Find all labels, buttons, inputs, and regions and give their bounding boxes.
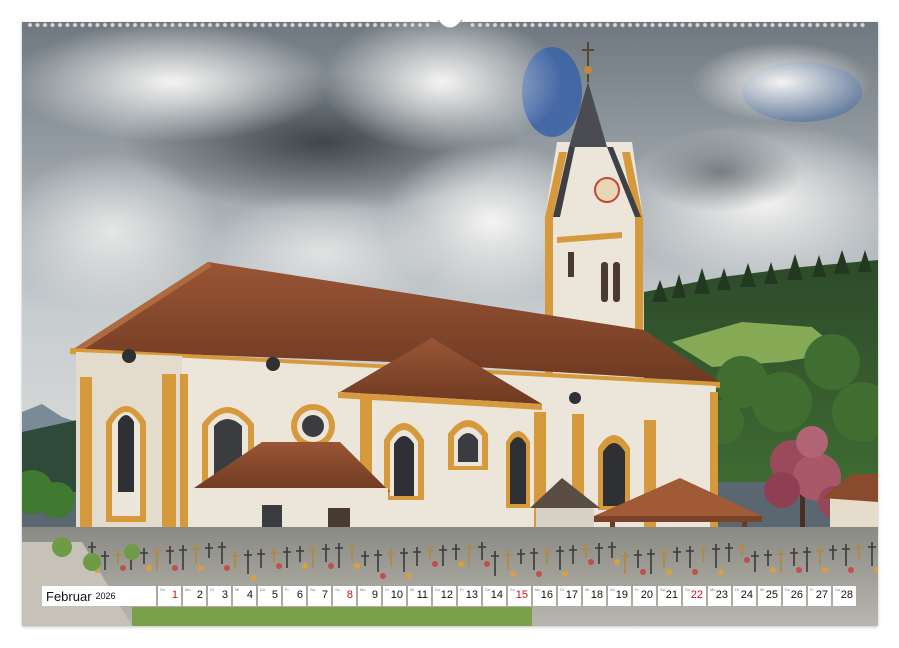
weekday-label: Mi: [585, 587, 590, 592]
day-number: 3: [221, 589, 228, 601]
day-number: 16: [540, 589, 553, 601]
day-number: 18: [590, 589, 603, 601]
day-cell: Fr 27: [808, 586, 831, 606]
day-cell: Mi 18: [583, 586, 606, 606]
day-cell: Mi 25: [758, 586, 781, 606]
month-label-box: Februar 2026: [42, 586, 156, 606]
weekday-label: Di: [735, 587, 739, 592]
month-name: Februar: [46, 588, 92, 604]
weekday-label: Fr: [810, 587, 814, 592]
weekday-label: Mi: [235, 587, 240, 592]
weekday-label: Mo: [360, 587, 366, 592]
church-photo: [22, 22, 878, 626]
day-number: 15: [515, 589, 528, 601]
day-cell: Sa 14: [483, 586, 506, 606]
weekday-label: Mo: [710, 587, 716, 592]
day-cell: Fr 20: [633, 586, 656, 606]
day-cell: Fr 13: [458, 586, 481, 606]
day-cell: Mi 11: [408, 586, 431, 606]
day-cell: Fr 6: [283, 586, 306, 606]
day-cell: Do 26: [783, 586, 806, 606]
weekday-label: Do: [260, 587, 266, 592]
day-number: 11: [416, 589, 428, 601]
day-number: 8: [346, 589, 353, 601]
day-number: 1: [171, 589, 178, 601]
day-number: 6: [296, 589, 303, 601]
day-cell: Mi 4: [233, 586, 256, 606]
day-cells: So 1 Mo 2 Di 3 Mi 4 Do 5 Fr 6 Sa 7 So 8 Mo 9 Di 10 Mi 11 Do 12 F…: [158, 586, 856, 606]
weekday-label: Di: [210, 587, 214, 592]
weekday-label: Mi: [410, 587, 415, 592]
weekday-label: So: [160, 587, 165, 592]
day-cell: So 8: [333, 586, 356, 606]
weekday-label: Sa: [835, 587, 840, 592]
day-cell: Do 5: [258, 586, 281, 606]
day-number: 5: [271, 589, 278, 601]
day-cell: So 1: [158, 586, 181, 606]
weekday-label: Mo: [535, 587, 541, 592]
weekday-label: Fr: [635, 587, 639, 592]
month-year: 2026: [95, 591, 116, 601]
day-number: 2: [196, 589, 203, 601]
weekday-label: Fr: [285, 587, 289, 592]
day-cell: Sa 7: [308, 586, 331, 606]
day-cell: Sa 21: [658, 586, 681, 606]
day-cell: Sa 28: [833, 586, 856, 606]
day-number: 25: [765, 589, 778, 601]
calendar-page: Februar 2026 So 1 Mo 2 Di 3 Mi 4 Do 5 Fr 6 Sa 7 So 8 Mo 9…: [22, 22, 878, 626]
day-number: 17: [565, 589, 578, 601]
day-cell: Mo 16: [533, 586, 556, 606]
day-number: 7: [321, 589, 328, 601]
day-cell: Di 3: [208, 586, 231, 606]
weekday-label: Do: [435, 587, 441, 592]
day-cell: Do 19: [608, 586, 631, 606]
day-number: 21: [665, 589, 678, 601]
weekday-label: Sa: [310, 587, 315, 592]
weekday-label: Sa: [485, 587, 490, 592]
day-cell: So 15: [508, 586, 531, 606]
day-number: 27: [815, 589, 828, 601]
day-cell: Di 17: [558, 586, 581, 606]
day-number: 9: [371, 589, 378, 601]
day-number: 28: [840, 589, 853, 601]
weekday-label: Mo: [185, 587, 191, 592]
day-number: 24: [740, 589, 753, 601]
spiral-binding: [22, 18, 878, 32]
weekday-label: So: [510, 587, 515, 592]
day-number: 12: [440, 589, 453, 601]
day-number: 20: [640, 589, 653, 601]
day-cell: Di 10: [383, 586, 406, 606]
day-cell: Di 24: [733, 586, 756, 606]
weekday-label: Mi: [760, 587, 765, 592]
day-number: 4: [246, 589, 253, 601]
day-number: 14: [490, 589, 503, 601]
day-number: 22: [690, 589, 703, 601]
day-number: 26: [790, 589, 803, 601]
day-cell: Do 12: [433, 586, 456, 606]
day-cell: So 22: [683, 586, 706, 606]
day-cell: Mo 9: [358, 586, 381, 606]
calendar-strip: Februar 2026 So 1 Mo 2 Di 3 Mi 4 Do 5 Fr 6 Sa 7 So 8 Mo 9…: [42, 586, 858, 606]
day-cell: Mo 23: [708, 586, 731, 606]
weekday-label: Do: [785, 587, 791, 592]
weekday-label: Fr: [460, 587, 464, 592]
weekday-label: Sa: [660, 587, 665, 592]
weekday-label: Do: [610, 587, 616, 592]
day-cell: Mo 2: [183, 586, 206, 606]
day-number: 13: [465, 589, 478, 601]
day-number: 10: [390, 589, 403, 601]
day-number: 19: [615, 589, 628, 601]
day-number: 23: [715, 589, 728, 601]
weekday-label: Di: [385, 587, 389, 592]
weekday-label: Di: [560, 587, 564, 592]
weekday-label: So: [335, 587, 340, 592]
weekday-label: So: [685, 587, 690, 592]
